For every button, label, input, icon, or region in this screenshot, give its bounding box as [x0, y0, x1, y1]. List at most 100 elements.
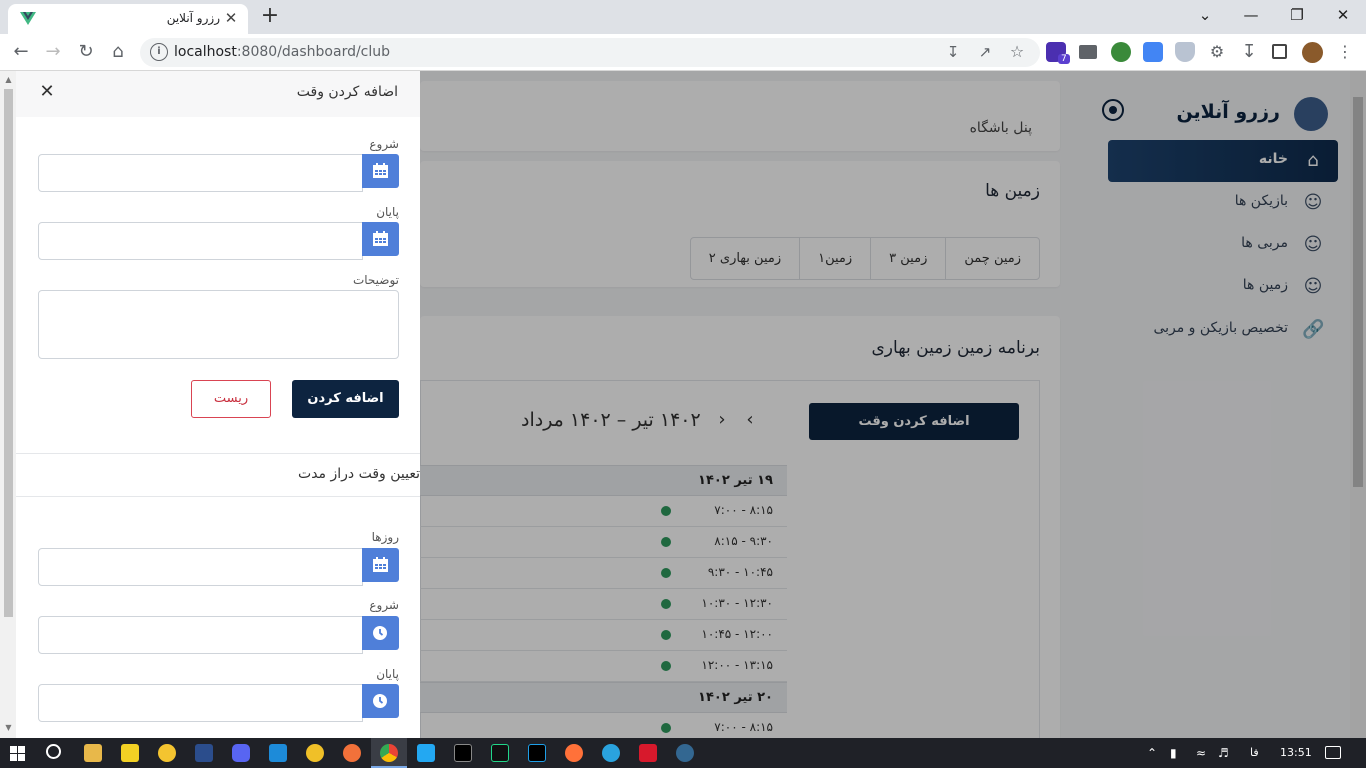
list-item[interactable]: ۸:۱۵ - ۹:۳۰: [420, 527, 787, 558]
share-icon[interactable]: ↗: [974, 41, 996, 63]
globe-extension-icon[interactable]: [1111, 42, 1131, 62]
phpstorm-icon[interactable]: [454, 744, 472, 762]
add-time-button[interactable]: اضافه کردن وقت: [809, 403, 1019, 440]
browser-tab[interactable]: رزرو آنلاین ✕: [8, 4, 248, 34]
submit-button[interactable]: اضافه کردن: [292, 380, 399, 418]
sidebar-item-fields[interactable]: ☺ زمین ها: [1108, 266, 1338, 308]
slot-time: ۱۲:۰۰ - ۱۳:۱۵: [701, 658, 773, 672]
list-item[interactable]: ۷:۰۰ - ۸:۱۵: [420, 496, 787, 527]
search-icon[interactable]: [46, 744, 61, 759]
address-bar[interactable]: i localhost:8080/dashboard/club ↧ ↗ ☆: [140, 38, 1040, 67]
bookmark-star-icon[interactable]: ☆: [1006, 41, 1028, 63]
downloads-icon[interactable]: ↧: [1238, 41, 1260, 63]
list-item[interactable]: ۱۰:۳۰ - ۱۲:۳۰: [420, 589, 787, 620]
shield-icon[interactable]: [1175, 42, 1195, 62]
chrome-icon[interactable]: [380, 744, 398, 762]
windows-start-icon[interactable]: [10, 746, 25, 761]
side-panel-icon[interactable]: [1272, 44, 1287, 59]
page-scrollbar[interactable]: [1350, 71, 1366, 738]
minimize-button[interactable]: —: [1228, 4, 1274, 28]
vue-logo-icon: [20, 12, 36, 25]
drawer-scrollbar[interactable]: ▲ ▼: [0, 71, 16, 738]
scroll-up-icon[interactable]: ▲: [4, 75, 13, 84]
reload-icon[interactable]: ↻: [75, 41, 97, 63]
field-tab[interactable]: زمین چمن: [945, 238, 1039, 279]
next-month-icon[interactable]: ›: [713, 411, 731, 429]
slot-time: ۷:۰۰ - ۸:۱۵: [714, 503, 773, 517]
sticky-notes-icon[interactable]: [121, 744, 139, 762]
days-picker-button[interactable]: [362, 548, 399, 582]
back-icon[interactable]: ←: [10, 41, 32, 63]
app-icon[interactable]: [158, 744, 176, 762]
discord-icon[interactable]: [232, 744, 250, 762]
install-icon[interactable]: ↧: [942, 41, 964, 63]
notifications-icon[interactable]: [1325, 746, 1341, 759]
calendar-icon: [373, 557, 388, 572]
drawer-scrollbar-thumb[interactable]: [4, 89, 13, 617]
slot-dot: [661, 599, 671, 609]
start-date-input[interactable]: [38, 154, 363, 192]
pycharm-icon[interactable]: [491, 744, 509, 762]
mail-icon[interactable]: [1079, 45, 1097, 59]
restore-button[interactable]: ❐: [1274, 4, 1320, 28]
lt-start-time-input[interactable]: [38, 616, 363, 654]
field-tab[interactable]: زمین بهاری ۲: [691, 238, 799, 279]
firefox-icon[interactable]: [565, 744, 583, 762]
list-item[interactable]: ۱۲:۰۰ - ۱۳:۱۵: [420, 651, 787, 682]
field-tab[interactable]: زمین ۳: [870, 238, 945, 279]
end-date-input[interactable]: [38, 222, 363, 260]
webstorm-icon[interactable]: [528, 744, 546, 762]
profile-avatar[interactable]: [1302, 42, 1323, 63]
fields-card: زمین ها زمین چمن زمین ۳ زمین۱ زمین بهاری…: [420, 161, 1060, 287]
database-icon[interactable]: [195, 744, 213, 762]
start-date-picker-button[interactable]: [362, 154, 399, 188]
days-input[interactable]: [38, 548, 363, 586]
home-icon[interactable]: ⌂: [107, 41, 129, 63]
end-date-picker-button[interactable]: [362, 222, 399, 256]
sidebar-item-label: بازیکن ها: [1234, 193, 1288, 209]
lt-start-time-picker-button[interactable]: [362, 616, 399, 650]
lt-end-time-input[interactable]: [38, 684, 363, 722]
postgres-icon[interactable]: [676, 744, 694, 762]
translate-icon[interactable]: [1143, 42, 1163, 62]
volume-icon[interactable]: ♬: [1218, 746, 1229, 760]
sidebar-item-players[interactable]: ☺ بازیکن ها: [1108, 182, 1338, 224]
page-scrollbar-thumb[interactable]: [1353, 97, 1363, 487]
battery-icon[interactable]: ▮: [1170, 746, 1177, 760]
sidebar-item-assign[interactable]: 🔗 تخصیص بازیکن و مربی: [1108, 309, 1338, 351]
list-item[interactable]: ۹:۳۰ - ۱۰:۴۵: [420, 558, 787, 589]
prev-month-icon[interactable]: ‹: [741, 411, 759, 429]
list-item[interactable]: ۱۰:۴۵ - ۱۲:۰۰: [420, 620, 787, 651]
tab-search-icon[interactable]: ⌄: [1182, 4, 1228, 28]
file-explorer-icon[interactable]: [84, 744, 102, 762]
telegram-icon[interactable]: [602, 744, 620, 762]
vscode-icon[interactable]: [417, 744, 435, 762]
trello-icon[interactable]: [269, 744, 287, 762]
menu-kebab-icon[interactable]: ⋮: [1334, 41, 1356, 63]
wifi-icon[interactable]: ≈: [1196, 746, 1206, 760]
extensions-puzzle-icon[interactable]: ⚙: [1206, 41, 1228, 63]
vivaldi-icon[interactable]: [639, 744, 657, 762]
forward-icon[interactable]: →: [42, 41, 64, 63]
reset-button[interactable]: ریست: [191, 380, 271, 418]
sidebar-item-coaches[interactable]: ☺ مربی ها: [1108, 224, 1338, 266]
lt-end-time-picker-button[interactable]: [362, 684, 399, 718]
tab-close-icon[interactable]: ✕: [222, 9, 240, 27]
tray-chevron-icon[interactable]: ⌃: [1147, 746, 1157, 760]
field-tab[interactable]: زمین۱: [799, 238, 870, 279]
scroll-down-icon[interactable]: ▼: [4, 723, 13, 732]
new-tab-button[interactable]: +: [258, 5, 282, 28]
list-item[interactable]: ۷:۰۰ - ۸:۱۵: [420, 713, 787, 738]
clock[interactable]: 13:51: [1280, 746, 1312, 759]
close-icon[interactable]: ✕: [38, 82, 56, 102]
close-window-button[interactable]: ✕: [1320, 4, 1366, 28]
language-indicator[interactable]: فا: [1250, 746, 1259, 759]
sidebar-item-label: زمین ها: [1242, 277, 1288, 293]
postman-icon[interactable]: [343, 744, 361, 762]
description-textarea[interactable]: [38, 290, 399, 359]
warning-app-icon[interactable]: [306, 744, 324, 762]
time-slot-list: ۱۹ تیر ۱۴۰۲ ۷:۰۰ - ۸:۱۵ ۸:۱۵ - ۹:۳۰ ۹:۳۰…: [420, 465, 787, 738]
settings-icon[interactable]: [1102, 99, 1124, 121]
sidebar-item-home[interactable]: ⌂ خانه: [1108, 140, 1338, 182]
site-info-icon[interactable]: i: [150, 43, 168, 61]
